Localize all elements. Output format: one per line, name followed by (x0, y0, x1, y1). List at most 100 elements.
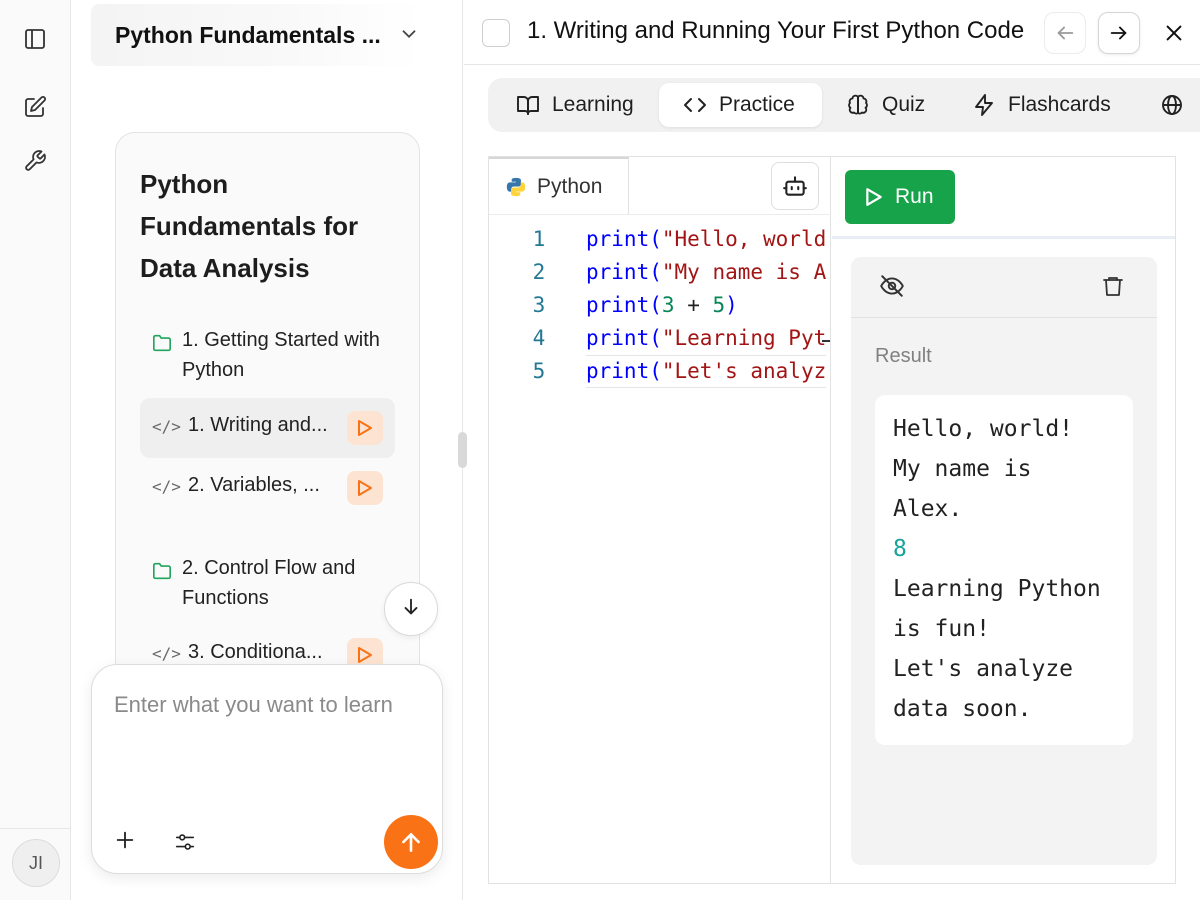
wrench-icon[interactable] (20, 146, 50, 176)
lesson-label: 1. Writing and... (188, 414, 328, 436)
lesson-label: 3. Conditiona... (188, 641, 323, 663)
run-label: Run (895, 185, 934, 208)
language-tab[interactable]: Python (489, 157, 629, 215)
course-selector[interactable]: Python Fundamentals ... (91, 4, 421, 66)
learn-prompt-input[interactable] (114, 687, 414, 777)
tab-label: Quiz (882, 93, 926, 116)
course-outline-card: Python Fundamentals for Data Analysis 1.… (115, 132, 420, 692)
tab-label: Learning (552, 93, 634, 116)
zap-icon (975, 94, 993, 116)
rail-divider (0, 828, 71, 829)
brain-icon (848, 94, 868, 115)
lesson-item-variables[interactable]: </> 2. Variables, ... (140, 458, 395, 518)
folder-icon (152, 331, 172, 361)
code-icon: </> (152, 644, 181, 663)
output-pane: Run Result Hello, world! My name is Alex… (832, 157, 1175, 883)
learn-prompt-box (91, 664, 443, 874)
output-line: Learning Python (893, 576, 1101, 602)
lesson-item-writing[interactable]: </> 1. Writing and... (140, 398, 395, 458)
run-button[interactable]: Run (845, 170, 955, 224)
folder-icon (152, 559, 172, 589)
result-panel-divider (851, 317, 1157, 318)
settings-sliders-icon[interactable] (174, 831, 196, 858)
tab-quiz[interactable]: Quiz (826, 83, 946, 127)
section-label: 1. Getting Started with Python (182, 329, 380, 381)
code-line: print("Let's analyze data soon.") (586, 359, 826, 383)
output-line: 8 (893, 536, 907, 562)
avatar[interactable]: JI (12, 839, 60, 887)
arrow-left-icon (1057, 26, 1074, 40)
output-line: Hello, world! (893, 416, 1074, 442)
close-icon (1166, 25, 1182, 41)
chevron-down-icon (398, 23, 420, 51)
course-title: Python Fundamentals for Data Analysis (140, 169, 359, 283)
icon-rail: JI (0, 0, 71, 900)
previous-lesson-button[interactable] (1044, 12, 1086, 54)
tab-practice[interactable]: Practice (659, 83, 822, 127)
app-window: JI Python Fundamentals ... Python Fundam… (0, 0, 1200, 900)
tab-learning[interactable]: Learning (492, 83, 652, 127)
code-icon (684, 98, 706, 112)
code-line: print("Learning Python is fun!") (586, 326, 826, 350)
lesson-label: 2. Variables, ... (188, 474, 320, 496)
tab-label: Flashcards (1008, 93, 1111, 116)
tab-flashcards[interactable]: Flashcards (950, 83, 1130, 127)
book-icon (517, 96, 539, 115)
output-line: My name is (893, 456, 1032, 482)
output-line: data soon. (893, 696, 1032, 722)
lesson-complete-checkbox[interactable] (482, 19, 510, 47)
close-button[interactable] (1158, 17, 1190, 49)
tab-label: Practice (719, 93, 795, 116)
play-lesson-button[interactable] (347, 411, 383, 445)
result-label: Result (875, 345, 932, 367)
play-lesson-button[interactable] (347, 471, 383, 505)
output-line: Alex. (893, 496, 963, 522)
code-icon: </> (152, 477, 181, 496)
main-panel: 1. Writing and Running Your First Python… (464, 0, 1200, 900)
arrow-right-icon (1110, 26, 1127, 40)
code-icon: </> (152, 417, 181, 436)
python-icon (506, 177, 526, 197)
code-lines[interactable]: print("Hello, world!") print("My name is … (586, 223, 826, 393)
arrow-down-icon (400, 596, 422, 623)
code-line: print(3 + 5) (586, 293, 738, 317)
eye-off-icon[interactable] (879, 273, 905, 304)
line-number: 3 (532, 293, 546, 317)
code-line: print("My name is Alex.") (586, 260, 826, 284)
text-cursor (822, 340, 830, 342)
language-label: Python (537, 175, 603, 198)
section-getting-started[interactable]: 1. Getting Started with Python (152, 325, 392, 385)
edit-icon[interactable] (20, 92, 50, 122)
line-number: 4 (532, 326, 546, 350)
course-panel: Python Fundamentals ... Python Fundament… (71, 0, 463, 900)
practice-workspace: Python 1 2 3 4 5 print("Hello, world!")p… (488, 156, 1176, 884)
trash-icon[interactable] (1101, 273, 1125, 304)
lesson-title: 1. Writing and Running Your First Python… (527, 17, 1025, 44)
result-panel: Result Hello, world! My name is Alex. 8 … (851, 257, 1157, 865)
output-line: Let's analyze (893, 656, 1074, 682)
section-label: 2. Control Flow and Functions (182, 557, 356, 609)
next-lesson-button[interactable] (1098, 12, 1140, 54)
sidebar-toggle-icon[interactable] (20, 24, 50, 54)
scroll-down-button[interactable] (384, 582, 438, 636)
result-output: Hello, world! My name is Alex. 8 Learnin… (875, 395, 1133, 745)
lesson-topbar: 1. Writing and Running Your First Python… (464, 0, 1200, 65)
globe-icon (1162, 95, 1182, 115)
tab-more[interactable] (1148, 83, 1200, 127)
line-numbers: 1 2 3 4 5 (519, 223, 559, 388)
plus-icon[interactable] (114, 829, 136, 856)
play-icon (866, 188, 882, 206)
editor-header-divider (489, 214, 831, 215)
send-button[interactable] (384, 815, 438, 869)
ai-assistant-button[interactable] (771, 162, 819, 210)
line-number: 2 (532, 260, 546, 284)
output-divider (832, 236, 1175, 239)
line-number: 5 (532, 359, 546, 383)
line-number: 1 (532, 227, 546, 251)
course-selector-label: Python Fundamentals ... (115, 21, 381, 48)
code-line: print("Hello, world!") (586, 227, 826, 251)
code-editor[interactable]: Python 1 2 3 4 5 print("Hello, world!")p… (489, 157, 831, 883)
section-control-flow[interactable]: 2. Control Flow and Functions (152, 553, 392, 613)
output-line: is fun! (893, 616, 990, 642)
bot-icon (783, 176, 807, 196)
